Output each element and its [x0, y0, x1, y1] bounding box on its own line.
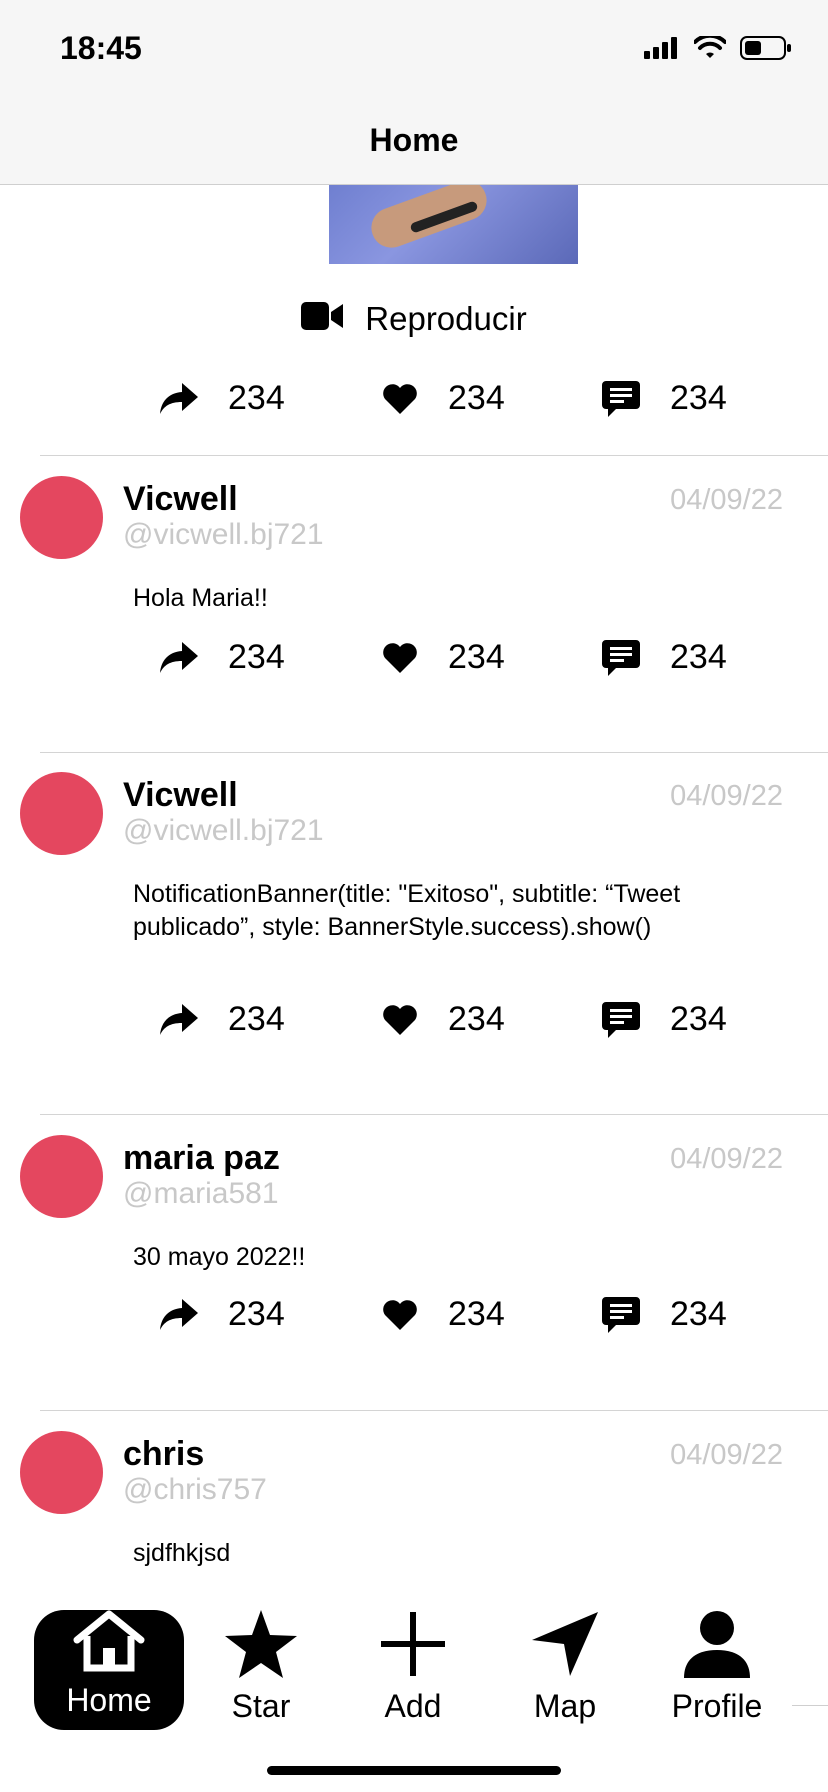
- cellular-signal-icon: [644, 37, 680, 64]
- share-arrow-icon: [160, 1003, 198, 1036]
- tab-star[interactable]: Star: [186, 1610, 336, 1730]
- post-actions: 234 234 234: [0, 638, 828, 688]
- tweet-text: NotificationBanner(title: "Exitoso", sub…: [133, 880, 681, 941]
- location-arrow-icon: [530, 1610, 600, 1686]
- author-handle: @vicwell.bj721: [123, 814, 324, 847]
- avatar[interactable]: [20, 1431, 103, 1514]
- status-icons: [644, 33, 792, 65]
- tweet-text: 30 mayo 2022!!: [133, 1243, 306, 1271]
- tab-add[interactable]: Add: [338, 1610, 488, 1730]
- author-name: maria paz: [123, 1139, 280, 1177]
- author-name: chris: [123, 1435, 205, 1473]
- like-button[interactable]: 234: [382, 1000, 505, 1039]
- share-arrow-icon: [160, 382, 198, 415]
- post-actions: 234 234 234: [0, 1295, 828, 1345]
- tab-label: Star: [231, 1688, 291, 1724]
- author-name: Vicwell: [123, 480, 238, 518]
- share-arrow-icon: [160, 641, 198, 674]
- tab-label: Home: [66, 1682, 152, 1718]
- house-icon: [73, 1610, 145, 1680]
- tab-map[interactable]: Map: [490, 1610, 640, 1730]
- battery-icon: [740, 36, 792, 65]
- plus-icon: [378, 1610, 448, 1686]
- status-time: 18:45: [60, 30, 142, 66]
- play-video-button[interactable]: Reproducir: [0, 300, 828, 338]
- tweet-text: sjdfhkjsd: [133, 1539, 231, 1567]
- tweet-card[interactable]: Vicwell @vicwell.bj721 04/09/22 Hola Mar…: [0, 456, 828, 752]
- post-date: 04/09/22: [670, 1143, 783, 1175]
- post-actions: 234 234 234: [0, 1000, 828, 1050]
- person-icon: [682, 1610, 752, 1686]
- heart-icon: [382, 383, 418, 415]
- page-title: Home: [369, 122, 459, 158]
- avatar[interactable]: [20, 1135, 103, 1218]
- tab-label: Map: [533, 1688, 597, 1724]
- comment-bubble-icon: [602, 639, 640, 676]
- author-name: Vicwell: [123, 776, 238, 814]
- video-thumbnail[interactable]: [329, 184, 578, 264]
- play-label: Reproducir: [365, 300, 527, 337]
- tab-label: Add: [384, 1688, 442, 1724]
- avatar[interactable]: [20, 476, 103, 559]
- heart-icon: [382, 642, 418, 674]
- post-actions: 234 234 234: [0, 379, 828, 429]
- comment-button[interactable]: 234: [602, 379, 727, 418]
- retweet-button[interactable]: 234: [160, 638, 285, 677]
- divider: [792, 1705, 828, 1706]
- wifi-icon: [693, 33, 727, 65]
- retweet-button[interactable]: 234: [160, 1000, 285, 1039]
- tab-bar: Home Star Add Map Profile: [0, 1600, 828, 1792]
- tweet-card[interactable]: maria paz @maria581 04/09/22 30 mayo 202…: [0, 1115, 828, 1411]
- tab-label: Profile: [671, 1688, 763, 1724]
- video-camera-icon: [301, 300, 344, 338]
- retweet-button[interactable]: 234: [160, 1295, 285, 1334]
- post-date: 04/09/22: [670, 780, 783, 812]
- navigation-bar: 18:45 Home: [0, 0, 828, 185]
- tab-home[interactable]: Home: [34, 1610, 184, 1730]
- heart-icon: [382, 1004, 418, 1036]
- like-button[interactable]: 234: [382, 1295, 505, 1334]
- tweet-text: Hola Maria!!: [133, 584, 268, 612]
- comment-bubble-icon: [602, 1296, 640, 1333]
- heart-icon: [382, 1299, 418, 1331]
- like-button[interactable]: 234: [382, 379, 505, 418]
- comment-bubble-icon: [602, 1001, 640, 1038]
- home-indicator[interactable]: [267, 1766, 561, 1775]
- tweet-card[interactable]: Vicwell @vicwell.bj721 04/09/22 Notifica…: [0, 752, 828, 1114]
- post-date: 04/09/22: [670, 484, 783, 516]
- avatar[interactable]: [20, 772, 103, 855]
- tweet-card[interactable]: chris @chris757 04/09/22 sjdfhkjsd: [0, 1411, 828, 1600]
- tab-profile[interactable]: Profile: [642, 1610, 792, 1730]
- author-handle: @maria581: [123, 1177, 279, 1210]
- retweet-button[interactable]: 234: [160, 379, 285, 418]
- comment-button[interactable]: 234: [602, 1295, 727, 1334]
- share-arrow-icon: [160, 1298, 198, 1331]
- like-button[interactable]: 234: [382, 638, 505, 677]
- comment-button[interactable]: 234: [602, 1000, 727, 1039]
- author-handle: @chris757: [123, 1473, 267, 1506]
- post-date: 04/09/22: [670, 1439, 783, 1471]
- author-handle: @vicwell.bj721: [123, 518, 324, 551]
- comment-button[interactable]: 234: [602, 638, 727, 677]
- star-icon: [224, 1610, 298, 1686]
- tweet-feed[interactable]: Reproducir 234 234 234 Vicwell @vicwell.…: [0, 184, 828, 1600]
- comment-bubble-icon: [602, 380, 640, 417]
